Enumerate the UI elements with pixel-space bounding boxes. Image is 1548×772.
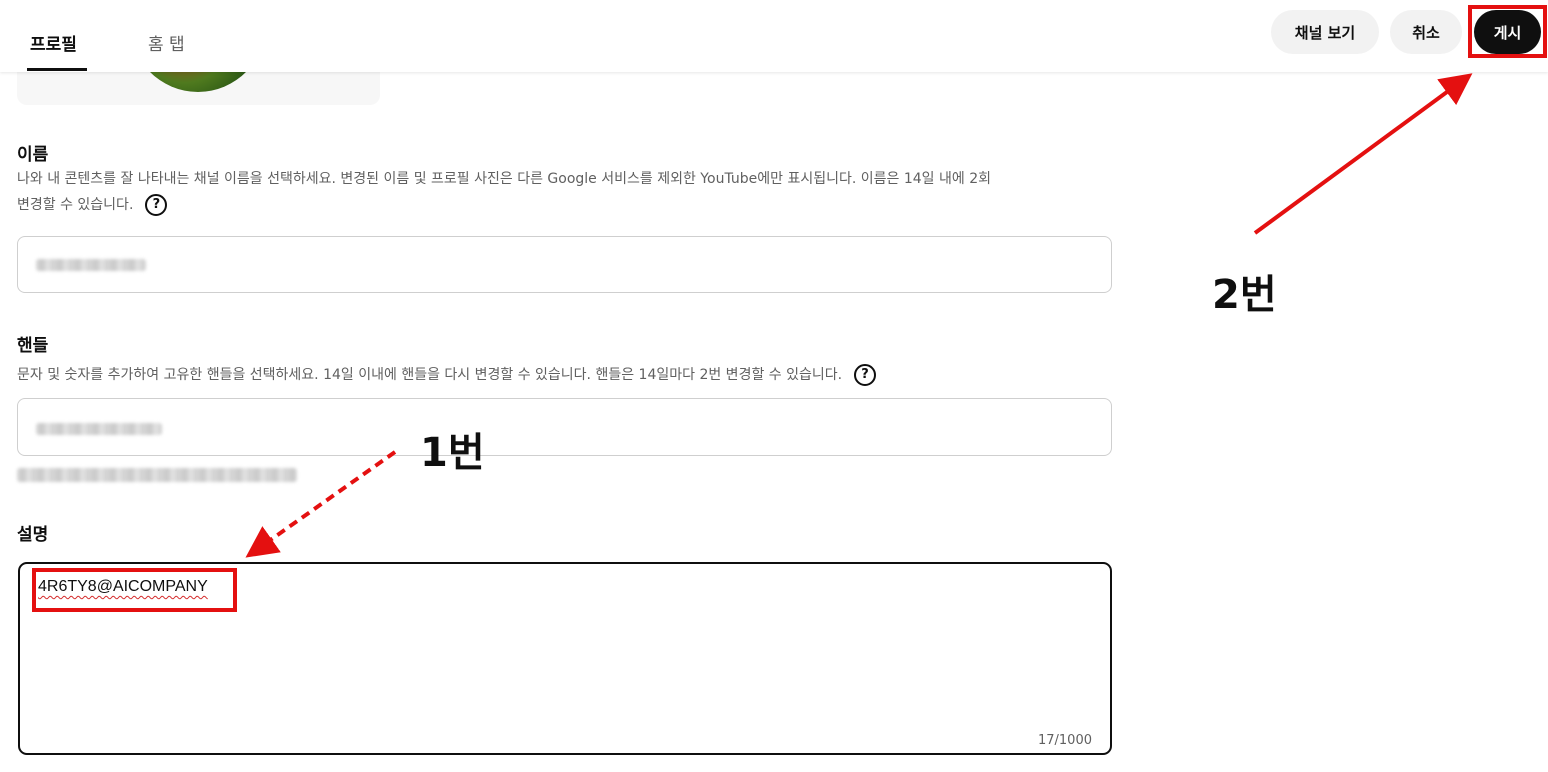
tab-home[interactable]: 홈 탭 bbox=[148, 30, 185, 55]
top-bar: 프로필 홈 탭 채널 보기 취소 게시 bbox=[0, 0, 1548, 72]
name-label: 이름 bbox=[17, 145, 49, 165]
avatar[interactable] bbox=[129, 70, 267, 92]
help-icon[interactable]: ? bbox=[854, 364, 877, 386]
redacted-handle-url bbox=[17, 468, 297, 482]
cancel-button[interactable]: 취소 bbox=[1390, 10, 1462, 54]
highlight-box-publish bbox=[1468, 5, 1547, 58]
handle-description-wrap: 문자 및 숫자를 추가하여 고유한 핸들을 선택하세요. 14일 이내에 핸들을… bbox=[17, 362, 1117, 388]
step2-label: 2번 bbox=[1212, 272, 1277, 318]
description-label: 설명 bbox=[17, 525, 49, 545]
highlight-box-description bbox=[32, 568, 237, 612]
handle-label: 핸들 bbox=[17, 336, 49, 356]
name-description-line2-wrap: 변경할 수 있습니다.? bbox=[17, 192, 1117, 218]
active-tab-indicator bbox=[27, 68, 87, 71]
tab-profile[interactable]: 프로필 bbox=[30, 30, 77, 55]
view-channel-button[interactable]: 채널 보기 bbox=[1271, 10, 1379, 54]
handle-input[interactable] bbox=[17, 398, 1112, 456]
name-input[interactable] bbox=[17, 236, 1112, 293]
redacted-handle-value bbox=[36, 423, 162, 435]
profile-picture-card bbox=[17, 70, 380, 105]
step2-arrow bbox=[1253, 73, 1473, 235]
redacted-name-value bbox=[36, 259, 146, 271]
handle-description: 문자 및 숫자를 추가하여 고유한 핸들을 선택하세요. 14일 이내에 핸들을… bbox=[17, 367, 843, 383]
step1-label: 1번 bbox=[420, 430, 485, 476]
name-description-line1: 나와 내 콘텐츠를 잘 나타내는 채널 이름을 선택하세요. 변경된 이름 및 … bbox=[17, 171, 991, 187]
character-counter: 17/1000 bbox=[1037, 733, 1092, 748]
help-icon[interactable]: ? bbox=[145, 194, 168, 216]
name-description: 나와 내 콘텐츠를 잘 나타내는 채널 이름을 선택하세요. 변경된 이름 및 … bbox=[17, 166, 1117, 218]
name-description-line2: 변경할 수 있습니다. bbox=[17, 197, 134, 213]
